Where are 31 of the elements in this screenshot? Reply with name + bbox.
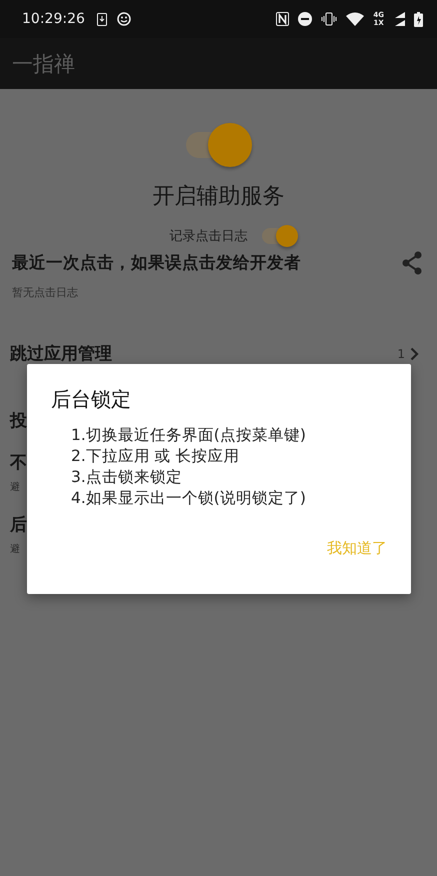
row-subtitle: 避 [10, 542, 20, 556]
share-icon[interactable] [401, 251, 423, 275]
wifi-icon [346, 12, 364, 26]
app-title: 一指禅 [12, 50, 75, 78]
row-count: 1 [397, 346, 405, 360]
row-subtitle: 避 [10, 480, 20, 494]
do-not-disturb-icon [298, 12, 312, 26]
log-label: 记录点击日志 [170, 228, 248, 245]
dialog-step: 1.切换最近任务界面(点按菜单键) [71, 425, 387, 446]
status-time: 10:29:26 [22, 11, 85, 27]
vibrate-icon [321, 12, 338, 26]
toggle-switch[interactable] [262, 225, 298, 247]
section-title: 最近一次点击，如果误点击发给开发者 [12, 252, 301, 274]
service-label: 开启辅助服务 [152, 183, 284, 211]
row-title[interactable]: 跳过应用管理 [10, 342, 112, 365]
battery-icon [414, 12, 423, 26]
dialog-step: 4.如果显示出一个锁(说明锁定了) [71, 488, 387, 509]
dialog-title: 后台锁定 [51, 386, 132, 413]
row-title[interactable]: 不 [10, 451, 27, 474]
row-title[interactable]: 投 [10, 409, 27, 432]
dialog-step: 3.点击锁来锁定 [71, 467, 387, 488]
confirm-button[interactable]: 我知道了 [327, 535, 387, 562]
smiley-icon [116, 12, 131, 26]
row-title[interactable]: 后 [10, 513, 27, 536]
empty-log-text: 暂无点击日志 [12, 285, 78, 300]
download-icon [96, 12, 107, 26]
signal-icon [393, 12, 405, 26]
chevron-icon [410, 346, 419, 360]
nfc-icon [276, 12, 290, 26]
toggle-switch[interactable] [186, 123, 252, 167]
dialog-step: 2.下拉应用 或 长按应用 [71, 446, 387, 467]
